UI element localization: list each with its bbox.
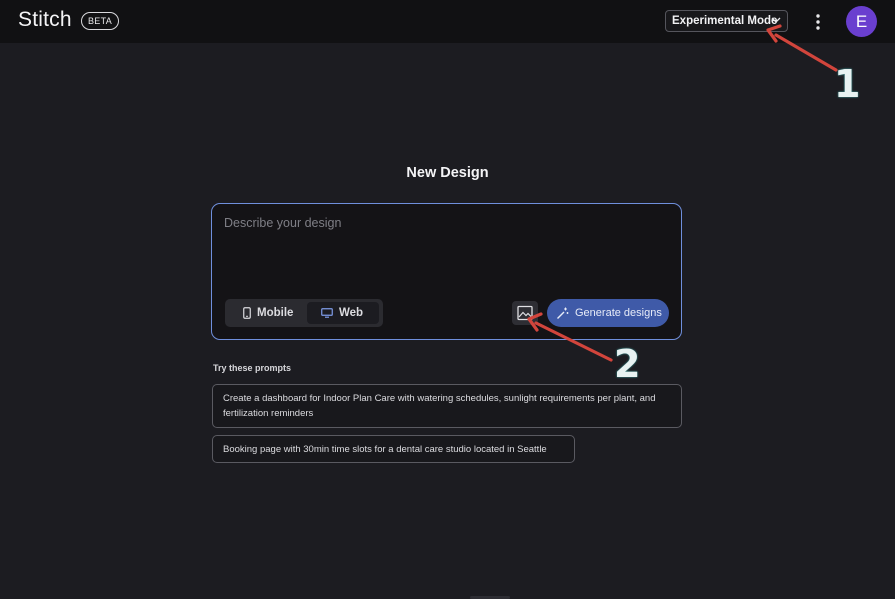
prompt-suggestion[interactable]: Create a dashboard for Indoor Plan Care … [212, 384, 682, 428]
design-composer: Mobile Web Generate designs [211, 203, 682, 340]
user-avatar[interactable]: E [846, 6, 877, 37]
experimental-mode-select[interactable]: Experimental Mode [665, 10, 788, 32]
annotation-label-2: 2 [614, 342, 641, 386]
prompt-suggestion[interactable]: Booking page with 30min time slots for a… [212, 435, 575, 463]
chevron-down-icon [771, 17, 781, 23]
device-toggle: Mobile Web [225, 299, 383, 327]
monitor-icon [321, 308, 333, 318]
annotation-label-1: 1 [834, 62, 861, 106]
web-option[interactable]: Web [307, 302, 379, 324]
design-description-input[interactable] [224, 216, 664, 286]
generate-designs-label: Generate designs [575, 307, 662, 319]
beta-badge: BETA [81, 12, 120, 30]
image-icon [517, 305, 533, 321]
upload-image-button[interactable] [512, 301, 538, 325]
mobile-option-label: Mobile [257, 307, 294, 319]
prompts-heading: Try these prompts [213, 363, 292, 373]
app-logo[interactable]: Stitch [18, 8, 72, 32]
more-vertical-icon[interactable] [809, 12, 827, 32]
top-bar: Stitch BETA Experimental Mode E [0, 0, 895, 43]
generate-designs-button[interactable]: Generate designs [547, 299, 669, 327]
page-title: New Design [406, 165, 489, 181]
mode-select-label: Experimental Mode [672, 15, 778, 27]
web-option-label: Web [339, 307, 364, 319]
phone-icon [243, 307, 251, 319]
magic-wand-icon [557, 307, 569, 319]
mobile-option[interactable]: Mobile [229, 302, 305, 324]
